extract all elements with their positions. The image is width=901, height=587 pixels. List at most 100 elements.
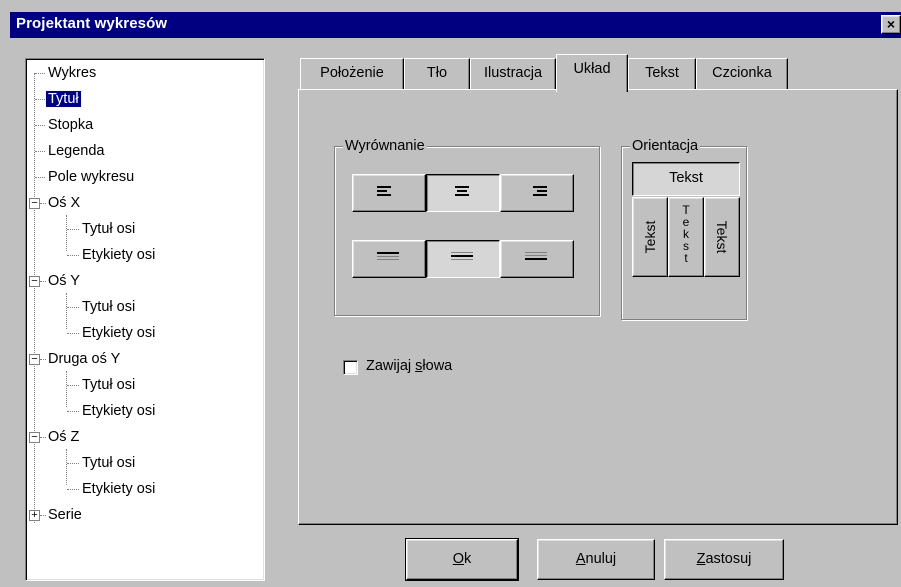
tree-item-druga-os-y-etykiety[interactable]: Etykiety osi: [82, 401, 155, 421]
stacked-letter: t: [684, 251, 688, 265]
align-right-icon: [525, 186, 547, 200]
expand-icon[interactable]: +: [29, 510, 40, 521]
tree-connector: [67, 333, 79, 334]
orientation-group: Orientacja Tekst Tekst T e k s t Tekst: [621, 137, 747, 320]
title-bar-fill: Projektant wykresów ×: [10, 12, 901, 38]
tab-tlo[interactable]: Tło: [404, 58, 470, 89]
collapse-icon[interactable]: −: [29, 354, 40, 365]
tree-connector: [35, 177, 45, 178]
tree-item-legenda[interactable]: Legenda: [48, 141, 104, 161]
orientation-horizontal-label: Tekst: [669, 170, 703, 186]
tree-item-os-x[interactable]: Oś X: [48, 193, 80, 213]
tree-item-label: Oś X: [48, 195, 81, 211]
apply-button[interactable]: Zastosuj: [664, 539, 784, 580]
align-left-button[interactable]: [352, 174, 426, 212]
tab-czcionka[interactable]: Czcionka: [696, 58, 788, 89]
align-left-icon: [377, 186, 399, 200]
tree-connector: [40, 281, 46, 282]
tree-connector: [67, 255, 79, 256]
tree-connector: [35, 99, 45, 100]
tree-item-os-z[interactable]: Oś Z: [48, 427, 79, 447]
tree-item-os-y-tytul[interactable]: Tytuł osi: [82, 297, 135, 317]
tree-item-label-selected: Tytuł: [45, 90, 82, 108]
tree-item-os-x-etykiety[interactable]: Etykiety osi: [82, 245, 155, 265]
tree-item-os-y[interactable]: Oś Y: [48, 271, 80, 291]
align-center-icon: [451, 186, 473, 200]
tree-item-druga-os-y-tytul[interactable]: Tytuł osi: [82, 375, 135, 395]
tree-connector: [35, 73, 45, 74]
orientation-vertical-down-label: Tekst: [714, 220, 730, 254]
tree-branch-line: [66, 293, 67, 329]
orientation-vertical-up-label: Tekst: [642, 220, 658, 254]
tree-connector: [40, 359, 46, 360]
tree-item-pole-wykresu[interactable]: Pole wykresu: [48, 167, 134, 187]
tab-polozenie[interactable]: Położenie: [300, 58, 404, 89]
wrap-words-label[interactable]: Zawijaj słowa: [366, 358, 452, 374]
tree-item-druga-os-y[interactable]: Druga oś Y: [48, 349, 120, 369]
align-middle-button[interactable]: [426, 240, 500, 278]
tree-connector: [40, 203, 46, 204]
wrap-words-label-text: łowa: [422, 358, 453, 374]
align-bottom-icon: [525, 252, 547, 266]
tree-item-os-z-etykiety[interactable]: Etykiety osi: [82, 479, 155, 499]
align-bottom-button[interactable]: [500, 240, 574, 278]
tree-connector: [67, 385, 79, 386]
tab-label: Układ: [573, 61, 611, 77]
tree-connector: [67, 411, 79, 412]
tab-label: Tło: [426, 65, 448, 81]
tree-item-label: Pole wykresu: [48, 169, 135, 185]
alignment-group: Wyrównanie: [334, 137, 600, 316]
orientation-vertical-up-button[interactable]: Tekst: [632, 197, 668, 277]
tree-connector: [67, 489, 79, 490]
tab-uklad[interactable]: Układ: [556, 54, 628, 92]
tree-connector: [40, 437, 46, 438]
align-top-button[interactable]: [352, 240, 426, 278]
window-title: Projektant wykresów: [16, 15, 168, 32]
tree-item-wykres[interactable]: Wykres: [48, 63, 96, 83]
tree-item-label: Etykiety osi: [82, 325, 156, 341]
tree-item-label: Tytuł osi: [82, 221, 136, 237]
tab-panel-uklad: Wyrównanie Orientacja Tekst Tekst T e k …: [298, 89, 898, 525]
cancel-button[interactable]: Anuluj: [537, 539, 655, 580]
tree-item-os-x-tytul[interactable]: Tytuł osi: [82, 219, 135, 239]
chart-element-tree[interactable]: Wykres Tytuł Stopka Legenda Pole wykresu…: [25, 58, 265, 581]
tab-tekst[interactable]: Tekst: [628, 58, 696, 89]
ok-button[interactable]: Ok: [405, 538, 519, 581]
ok-label: k: [464, 551, 472, 567]
tab-ilustracja[interactable]: Ilustracja: [470, 58, 556, 89]
tree-item-stopka[interactable]: Stopka: [48, 115, 93, 135]
tree-connector: [67, 463, 79, 464]
tree-item-serie[interactable]: Serie: [48, 505, 82, 525]
tree-item-tytul[interactable]: Tytuł: [45, 89, 82, 109]
tree-item-label: Oś Z: [48, 429, 80, 445]
wrap-words-label-text: Zawijaj: [366, 358, 416, 374]
tree-connector: [40, 515, 46, 516]
close-button[interactable]: ×: [881, 15, 901, 34]
collapse-icon[interactable]: −: [29, 276, 40, 287]
tab-label: Czcionka: [712, 65, 772, 81]
close-icon: ×: [886, 16, 896, 32]
orientation-stacked-button[interactable]: T e k s t: [668, 197, 704, 277]
tree-item-label: Oś Y: [48, 273, 80, 289]
tree-item-label: Tytuł osi: [82, 455, 136, 471]
tree-connector: [67, 307, 79, 308]
align-top-icon: [377, 252, 399, 266]
orientation-horizontal-button[interactable]: Tekst: [632, 162, 740, 196]
tree-item-label: Serie: [48, 507, 82, 523]
tree-item-os-z-tytul[interactable]: Tytuł osi: [82, 453, 135, 473]
tab-label: Tekst: [645, 65, 679, 81]
tab-label: Położenie: [320, 65, 384, 81]
align-right-button[interactable]: [500, 174, 574, 212]
tree-item-label: Wykres: [48, 65, 97, 81]
tree-item-label: Etykiety osi: [82, 247, 156, 263]
collapse-icon[interactable]: −: [29, 198, 40, 209]
orientation-vertical-down-button[interactable]: Tekst: [704, 197, 740, 277]
tree-item-os-y-etykiety[interactable]: Etykiety osi: [82, 323, 155, 343]
apply-label: astosuj: [705, 551, 752, 567]
tree-branch-line: [66, 215, 67, 251]
align-center-button[interactable]: [426, 174, 500, 212]
wrap-words-checkbox[interactable]: [343, 360, 358, 375]
collapse-icon[interactable]: −: [29, 432, 40, 443]
orientation-group-label: Orientacja: [630, 137, 701, 155]
tree-connector: [67, 229, 79, 230]
